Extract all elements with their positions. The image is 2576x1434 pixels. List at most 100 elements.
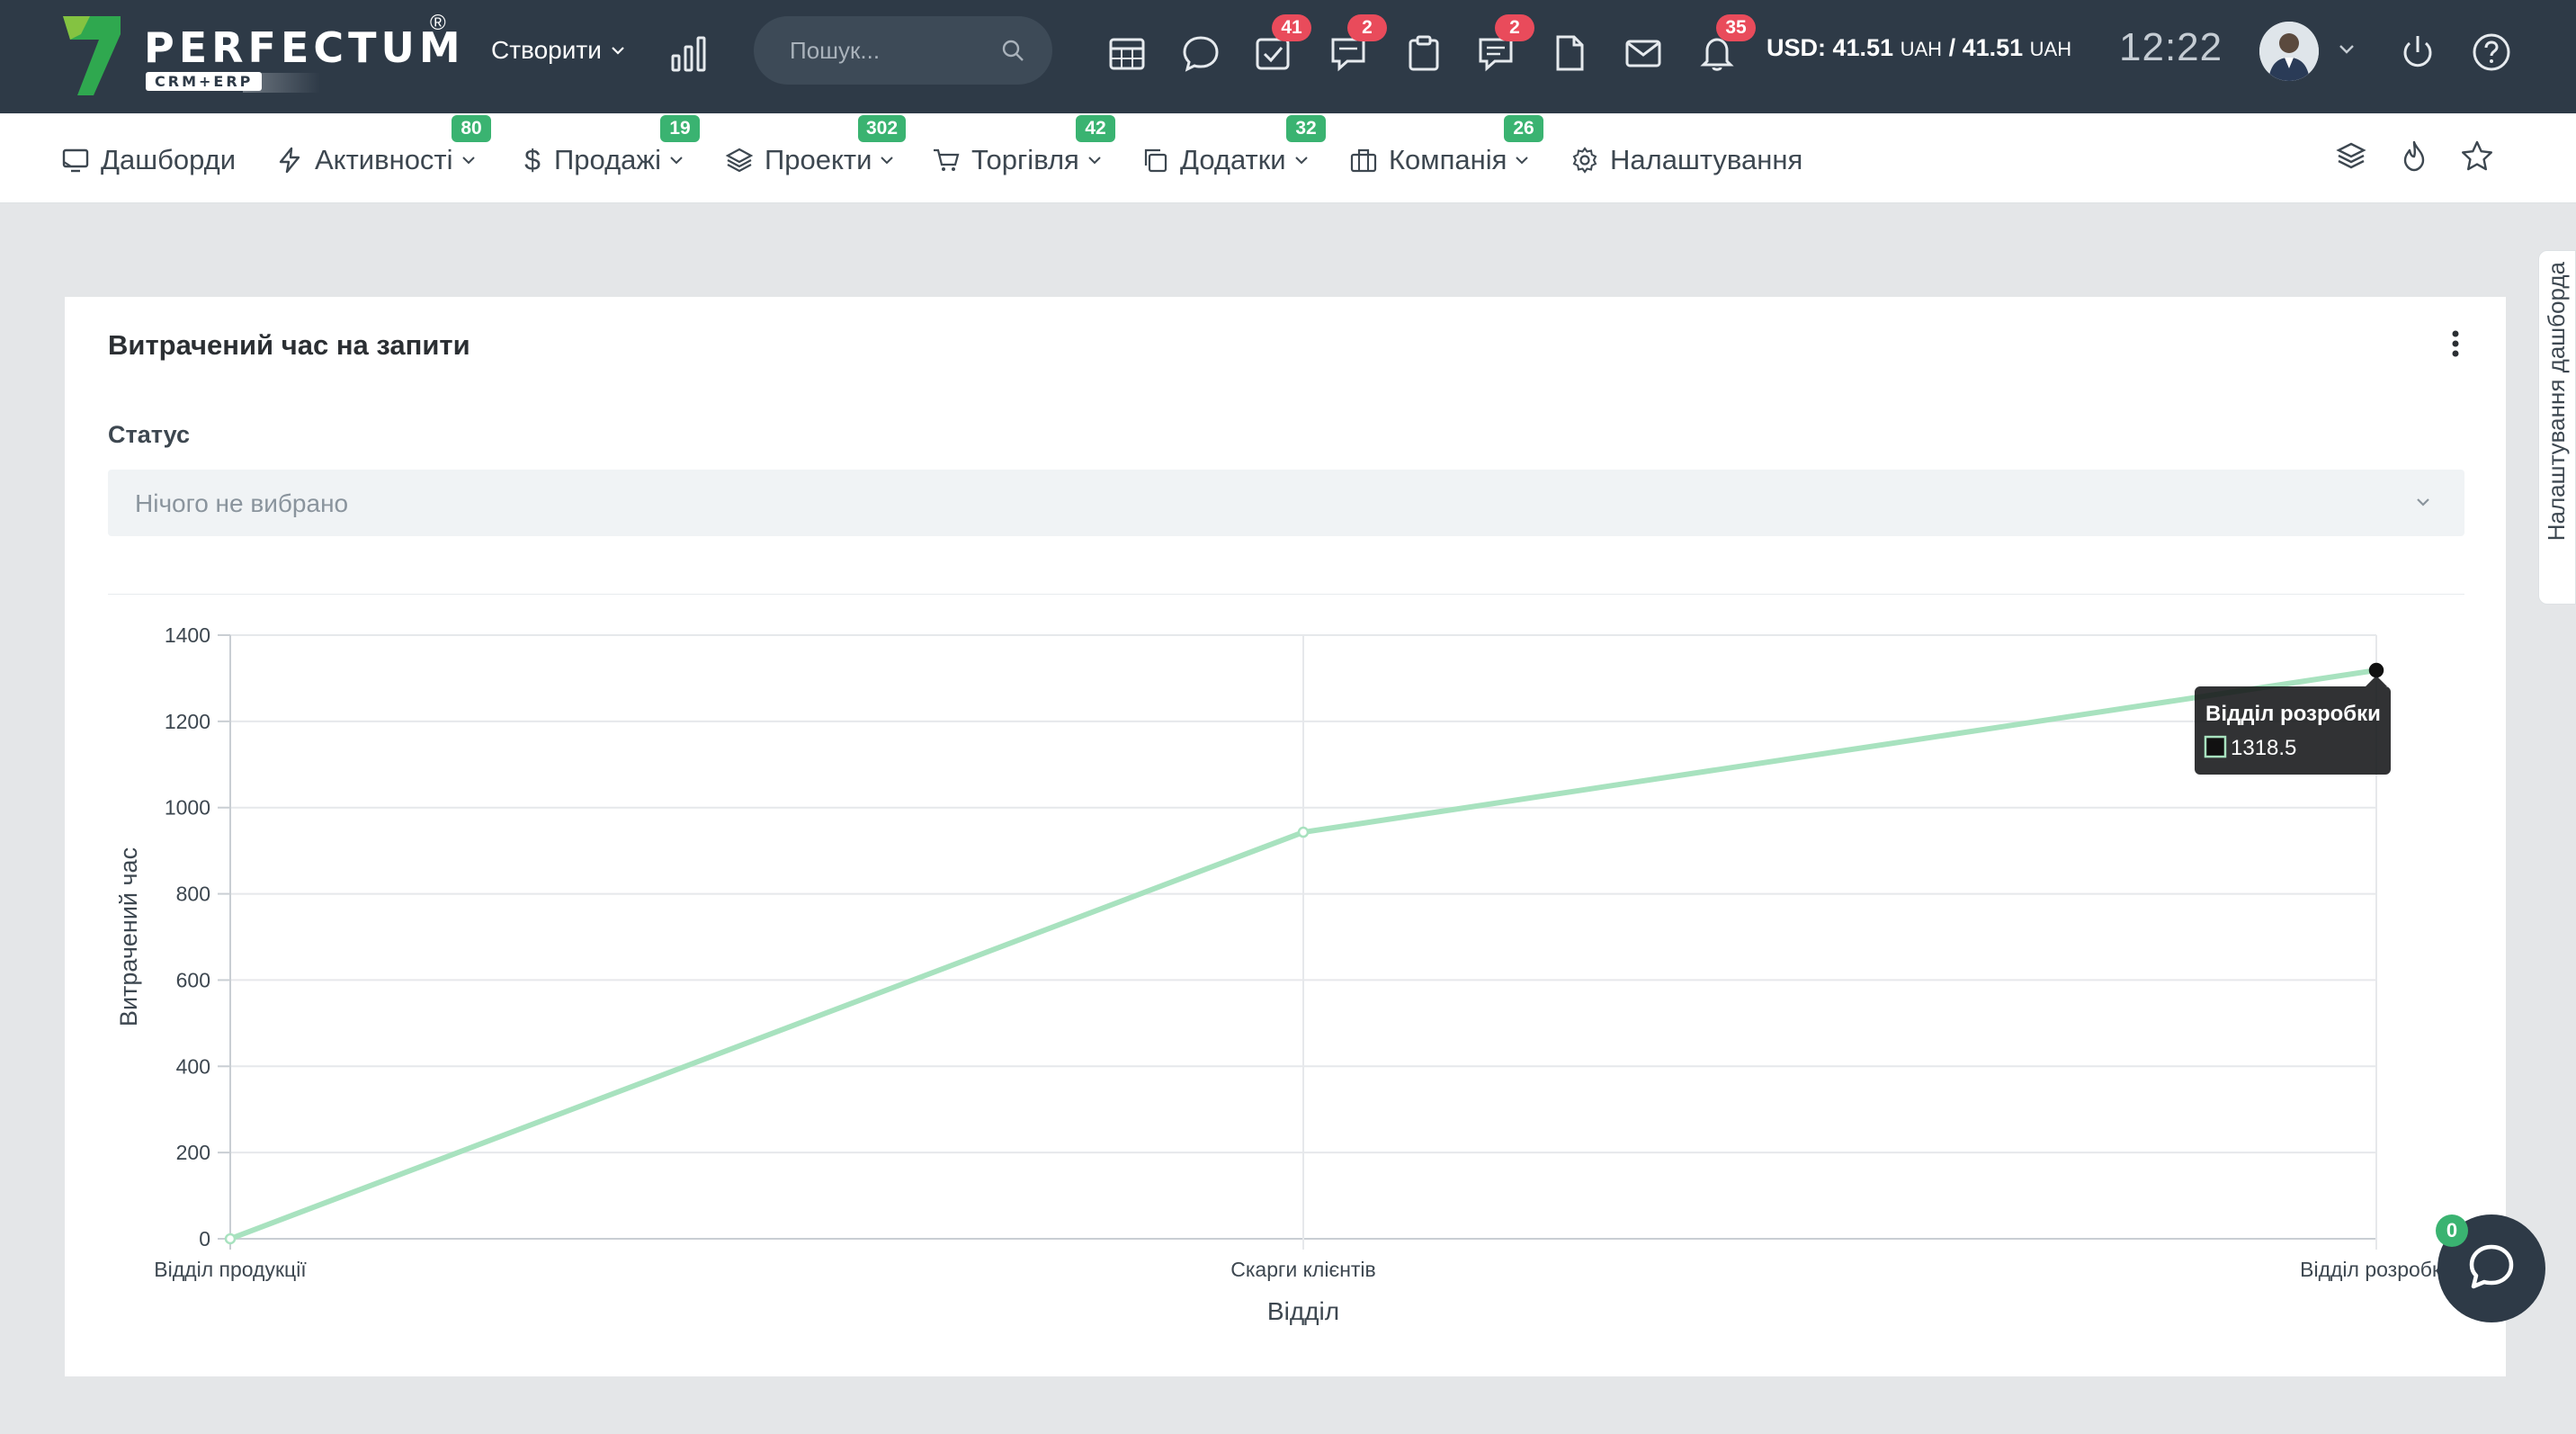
clock: 12:22 [2119, 25, 2223, 69]
tasks-icon[interactable]: 41 [1252, 14, 1311, 74]
chevron-down-icon [612, 47, 624, 55]
chart-axes [218, 634, 230, 1240]
nav-badge: 42 [1076, 115, 1115, 142]
comments-icon[interactable]: 2 [1475, 14, 1534, 74]
y-tick-label: 600 [176, 968, 210, 991]
chart-grid [229, 634, 2377, 1250]
chat-bubble-icon[interactable] [1180, 32, 1221, 74]
status-select-value: Нічого не вибрано [135, 489, 349, 517]
search-box [754, 16, 1052, 85]
chevron-down-icon [1294, 157, 1308, 165]
monitor-icon [62, 148, 89, 173]
divider [108, 594, 2464, 595]
brand-logo[interactable]: PERFECTUM ® CRM+ERP [63, 11, 461, 97]
x-tick-label: Відділ розробки [2300, 1258, 2453, 1281]
discussions-icon[interactable]: 2 [1328, 14, 1387, 74]
nav-label: Компанія [1389, 144, 1507, 175]
nav-item-projects[interactable]: Проекти 302 [725, 115, 907, 180]
nav-item-activities[interactable]: Активності 80 [275, 115, 491, 180]
search-icon[interactable] [1000, 38, 1025, 63]
y-tick-label: 0 [199, 1227, 210, 1250]
nav-item-dashboards[interactable]: Дашборди [61, 140, 236, 180]
chevron-down-icon [1088, 157, 1101, 165]
more-options-icon[interactable] [2446, 326, 2464, 362]
dashboard-settings-tab[interactable]: Налаштування дашборда [2538, 250, 2576, 605]
discussions-badge: 2 [1347, 14, 1387, 41]
mail-icon[interactable] [1623, 32, 1664, 74]
copy-icon [1144, 148, 1167, 173]
y-tick-label: 400 [176, 1054, 210, 1078]
star-icon[interactable] [2459, 139, 2495, 175]
layers-icon [725, 148, 754, 173]
fire-icon[interactable] [2396, 139, 2432, 175]
x-tick-label: Скарги клієнтів [1230, 1258, 1376, 1281]
search-input[interactable] [790, 36, 997, 65]
bar-chart-icon[interactable] [669, 34, 709, 74]
clipboard-icon[interactable] [1403, 32, 1445, 74]
currency-unit-1: UAH [1900, 38, 1943, 60]
status-filter-label: Статус [108, 421, 190, 448]
nav-item-sales[interactable]: $ Продажі 19 [522, 115, 700, 180]
nav-item-settings[interactable]: Налаштування [1570, 140, 1802, 180]
currency-separator: / 41.51 [1948, 34, 2024, 61]
chat-badge: 0 [2436, 1214, 2468, 1247]
help-icon[interactable] [2470, 31, 2513, 74]
tooltip-value: 1318.5 [2231, 736, 2296, 760]
briefcase-icon [1350, 148, 1377, 173]
nav-badge: 302 [858, 115, 907, 142]
nav-label: Налаштування [1610, 144, 1803, 175]
chat-icon [2469, 1244, 2514, 1289]
y-tick-label: 1400 [165, 623, 210, 647]
data-point [2368, 662, 2384, 678]
currency-usd: USD: 41.51 [1767, 34, 1894, 61]
chart-tooltip: Відділ розробки 1318.5 [2195, 676, 2391, 775]
widget-title: Витрачений час на запити [108, 329, 470, 361]
tasks-badge: 41 [1272, 14, 1311, 41]
create-label: Створити [491, 36, 602, 64]
nav-label: Проекти [765, 144, 872, 175]
brand-registered: ® [430, 11, 446, 35]
layers-icon[interactable] [2333, 139, 2369, 175]
nav-item-trade[interactable]: Торгівля 42 [932, 115, 1115, 180]
comments-badge: 2 [1495, 14, 1534, 41]
x-axis-title: Відділ [1267, 1297, 1339, 1325]
nav-label: Дашборди [101, 144, 237, 175]
tooltip-swatch [2204, 735, 2227, 758]
nav-badge: 26 [1504, 115, 1543, 142]
chevron-down-icon [1516, 157, 1529, 165]
y-axis-title: Витрачений час [115, 847, 142, 1026]
nav-item-addons[interactable]: Додатки 32 [1140, 115, 1326, 180]
nav-label: Продажі [554, 144, 662, 175]
nav-badge: 19 [660, 115, 700, 142]
top-bar: PERFECTUM ® CRM+ERP Створити 41 2 2 [0, 0, 2576, 113]
data-point [224, 1232, 237, 1245]
gear-icon [1572, 147, 1597, 174]
dollar-icon: $ [524, 143, 541, 176]
power-icon[interactable] [2396, 31, 2439, 74]
chevron-down-icon [881, 157, 894, 165]
chevron-down-icon [461, 157, 475, 165]
brand-name: PERFECTUM [144, 23, 465, 72]
dashboard-settings-label: Налаштування дашборда [2543, 262, 2570, 542]
create-button[interactable]: Створити [491, 32, 625, 68]
logo-mark-icon [63, 16, 121, 95]
nav-item-company[interactable]: Компанія 26 [1349, 115, 1543, 180]
nav-label: Торгівля [971, 144, 1079, 175]
main-navigation: Дашборди Активності 80 $ Продажі 19 Прое… [0, 113, 2576, 203]
document-icon[interactable] [1549, 32, 1590, 74]
data-point [1297, 826, 1310, 838]
nav-label: Додатки [1180, 144, 1286, 175]
user-avatar-icon [2259, 22, 2319, 81]
y-tick-label: 1200 [165, 710, 210, 733]
avatar[interactable] [2259, 22, 2319, 81]
tooltip-arrow [2366, 676, 2387, 687]
tooltip-title: Відділ розробки [2205, 702, 2381, 726]
chevron-down-icon[interactable] [2335, 40, 2358, 59]
bell-icon[interactable]: 35 [1696, 14, 1756, 74]
nav-badge: 80 [452, 115, 491, 142]
chevron-down-icon [670, 157, 683, 165]
status-select[interactable]: Нічого не вибрано [108, 470, 2464, 536]
calendar-icon[interactable] [1106, 32, 1148, 74]
cart-icon [934, 148, 960, 171]
notifications-badge: 35 [1716, 14, 1756, 41]
